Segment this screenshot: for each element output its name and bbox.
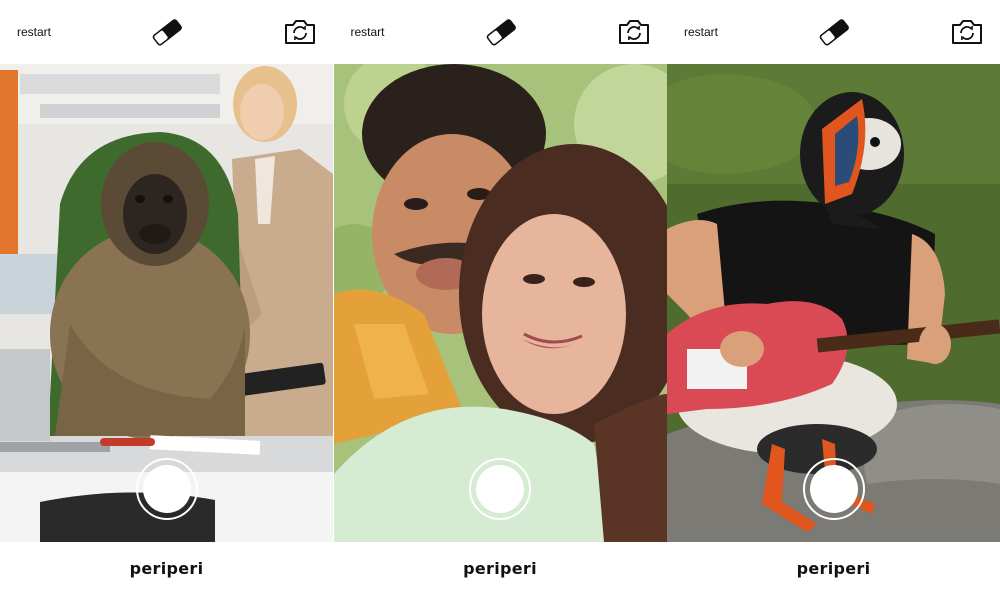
app-stage: restart periperi restart periperi restar… <box>0 0 1000 594</box>
brand-logo: periperi <box>463 558 537 578</box>
screen-1: restart periperi <box>0 0 333 594</box>
shutter-button[interactable] <box>802 458 865 520</box>
brand-logo: periperi <box>129 558 204 578</box>
eraser-icon[interactable] <box>150 17 184 47</box>
camera-switch-icon[interactable] <box>950 18 984 46</box>
eraser-icon[interactable] <box>484 17 518 47</box>
camera-switch-icon[interactable] <box>617 18 651 46</box>
camera-switch-icon[interactable] <box>283 18 317 46</box>
shutter-button-fill <box>142 465 191 513</box>
brand-logo: periperi <box>796 558 871 578</box>
shutter-button[interactable] <box>469 458 531 520</box>
top-bar: restart <box>333 0 667 64</box>
shutter-button[interactable] <box>135 458 198 520</box>
footer-bar: periperi <box>333 542 667 594</box>
footer-bar: periperi <box>667 542 1000 594</box>
footer-bar: periperi <box>0 542 333 594</box>
restart-button[interactable]: restart <box>684 25 718 39</box>
top-bar: restart <box>667 0 1000 64</box>
screen-2: restart periperi <box>333 0 667 594</box>
restart-button[interactable]: restart <box>17 25 51 39</box>
screen-3: restart periperi <box>667 0 1000 594</box>
top-bar: restart <box>0 0 333 64</box>
restart-button[interactable]: restart <box>351 25 385 39</box>
shutter-button-fill <box>809 465 858 513</box>
eraser-icon[interactable] <box>817 17 851 47</box>
shutter-button-fill <box>476 465 524 513</box>
